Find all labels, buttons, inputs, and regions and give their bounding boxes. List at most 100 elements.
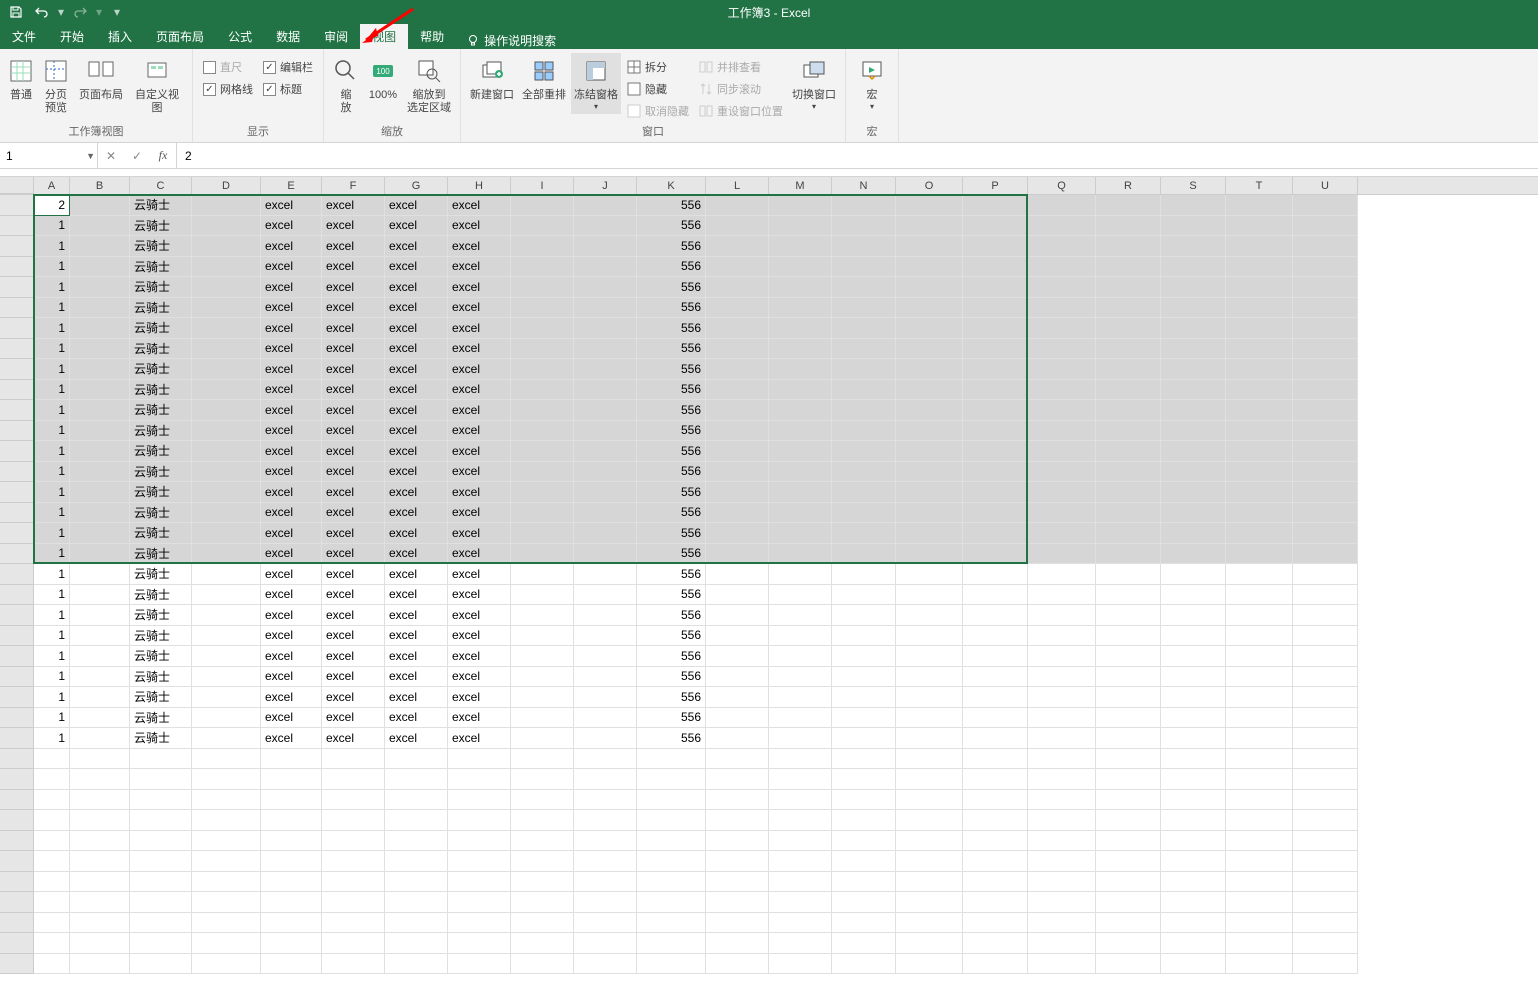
- enter-formula-button[interactable]: ✓: [124, 143, 150, 168]
- cell[interactable]: 556: [637, 216, 706, 237]
- cell[interactable]: excel: [448, 728, 511, 749]
- cell[interactable]: excel: [322, 257, 385, 278]
- cell[interactable]: [896, 790, 963, 811]
- cell[interactable]: [70, 523, 130, 544]
- cell[interactable]: [706, 544, 769, 565]
- cell[interactable]: excel: [448, 523, 511, 544]
- cell[interactable]: [706, 441, 769, 462]
- cell[interactable]: 云骑士: [130, 626, 192, 647]
- cell[interactable]: [896, 872, 963, 893]
- cell[interactable]: [1161, 216, 1226, 237]
- cell[interactable]: [385, 749, 448, 770]
- cell[interactable]: [769, 913, 832, 934]
- cell[interactable]: 云骑士: [130, 359, 192, 380]
- cell[interactable]: [70, 236, 130, 257]
- cell[interactable]: [706, 400, 769, 421]
- cell[interactable]: [70, 441, 130, 462]
- cell[interactable]: [1028, 790, 1096, 811]
- cell[interactable]: [963, 277, 1028, 298]
- cell[interactable]: [448, 872, 511, 893]
- cell[interactable]: [1161, 400, 1226, 421]
- cell[interactable]: [1226, 646, 1293, 667]
- cell[interactable]: [1161, 298, 1226, 319]
- cell[interactable]: [385, 933, 448, 954]
- cell[interactable]: excel: [448, 605, 511, 626]
- cell[interactable]: [192, 441, 261, 462]
- cell[interactable]: [896, 441, 963, 462]
- cell[interactable]: [511, 318, 574, 339]
- cell[interactable]: [192, 769, 261, 790]
- cell[interactable]: [574, 769, 637, 790]
- cell[interactable]: [1161, 892, 1226, 913]
- row-header[interactable]: [0, 216, 34, 237]
- cell[interactable]: [706, 646, 769, 667]
- cell[interactable]: 云骑士: [130, 605, 192, 626]
- cell[interactable]: [963, 585, 1028, 606]
- cell[interactable]: [1161, 339, 1226, 360]
- cell[interactable]: [637, 769, 706, 790]
- cell[interactable]: excel: [385, 380, 448, 401]
- cell[interactable]: 云骑士: [130, 585, 192, 606]
- column-header-E[interactable]: E: [261, 177, 322, 194]
- row-header[interactable]: [0, 462, 34, 483]
- cell[interactable]: excel: [385, 585, 448, 606]
- cell[interactable]: [70, 872, 130, 893]
- cell[interactable]: [1028, 544, 1096, 565]
- cell[interactable]: 1: [34, 400, 70, 421]
- cell[interactable]: [1096, 462, 1161, 483]
- cell[interactable]: excel: [322, 646, 385, 667]
- cell[interactable]: [192, 195, 261, 216]
- cell[interactable]: [1161, 318, 1226, 339]
- cell[interactable]: [1096, 236, 1161, 257]
- cell[interactable]: [70, 708, 130, 729]
- cell[interactable]: excel: [322, 277, 385, 298]
- cell[interactable]: [511, 872, 574, 893]
- cell[interactable]: [1161, 585, 1226, 606]
- cell[interactable]: [322, 933, 385, 954]
- cell[interactable]: [1028, 298, 1096, 319]
- cell[interactable]: [832, 687, 896, 708]
- cell[interactable]: [832, 810, 896, 831]
- cell[interactable]: 1: [34, 687, 70, 708]
- cell[interactable]: [1028, 646, 1096, 667]
- cell[interactable]: 1: [34, 646, 70, 667]
- cell[interactable]: [1028, 318, 1096, 339]
- cell[interactable]: [1096, 892, 1161, 913]
- cell[interactable]: [896, 626, 963, 647]
- cell[interactable]: [1096, 257, 1161, 278]
- cell[interactable]: [1096, 380, 1161, 401]
- formula-bar-checkbox[interactable]: 编辑栏: [259, 57, 317, 77]
- cell[interactable]: [832, 605, 896, 626]
- cell[interactable]: excel: [385, 605, 448, 626]
- cell[interactable]: [511, 421, 574, 442]
- cell[interactable]: [963, 503, 1028, 524]
- cell[interactable]: 云骑士: [130, 728, 192, 749]
- cell[interactable]: [832, 462, 896, 483]
- cell[interactable]: excel: [385, 564, 448, 585]
- cell[interactable]: [832, 441, 896, 462]
- cell[interactable]: excel: [385, 544, 448, 565]
- cell[interactable]: [1096, 769, 1161, 790]
- cell[interactable]: [192, 216, 261, 237]
- column-header-F[interactable]: F: [322, 177, 385, 194]
- cell[interactable]: [769, 667, 832, 688]
- cell[interactable]: [963, 913, 1028, 934]
- cell[interactable]: [70, 359, 130, 380]
- cell[interactable]: [574, 503, 637, 524]
- cell[interactable]: [574, 564, 637, 585]
- cell[interactable]: [637, 790, 706, 811]
- cell[interactable]: [1028, 728, 1096, 749]
- column-header-U[interactable]: U: [1293, 177, 1358, 194]
- cell[interactable]: [1028, 892, 1096, 913]
- cell[interactable]: [963, 892, 1028, 913]
- cell[interactable]: [511, 441, 574, 462]
- cell[interactable]: [70, 421, 130, 442]
- cell[interactable]: [1161, 790, 1226, 811]
- cell[interactable]: 556: [637, 482, 706, 503]
- cell[interactable]: [1293, 605, 1358, 626]
- cell[interactable]: 556: [637, 667, 706, 688]
- cell[interactable]: [574, 195, 637, 216]
- cell[interactable]: [706, 872, 769, 893]
- cell[interactable]: [706, 810, 769, 831]
- cell[interactable]: [637, 810, 706, 831]
